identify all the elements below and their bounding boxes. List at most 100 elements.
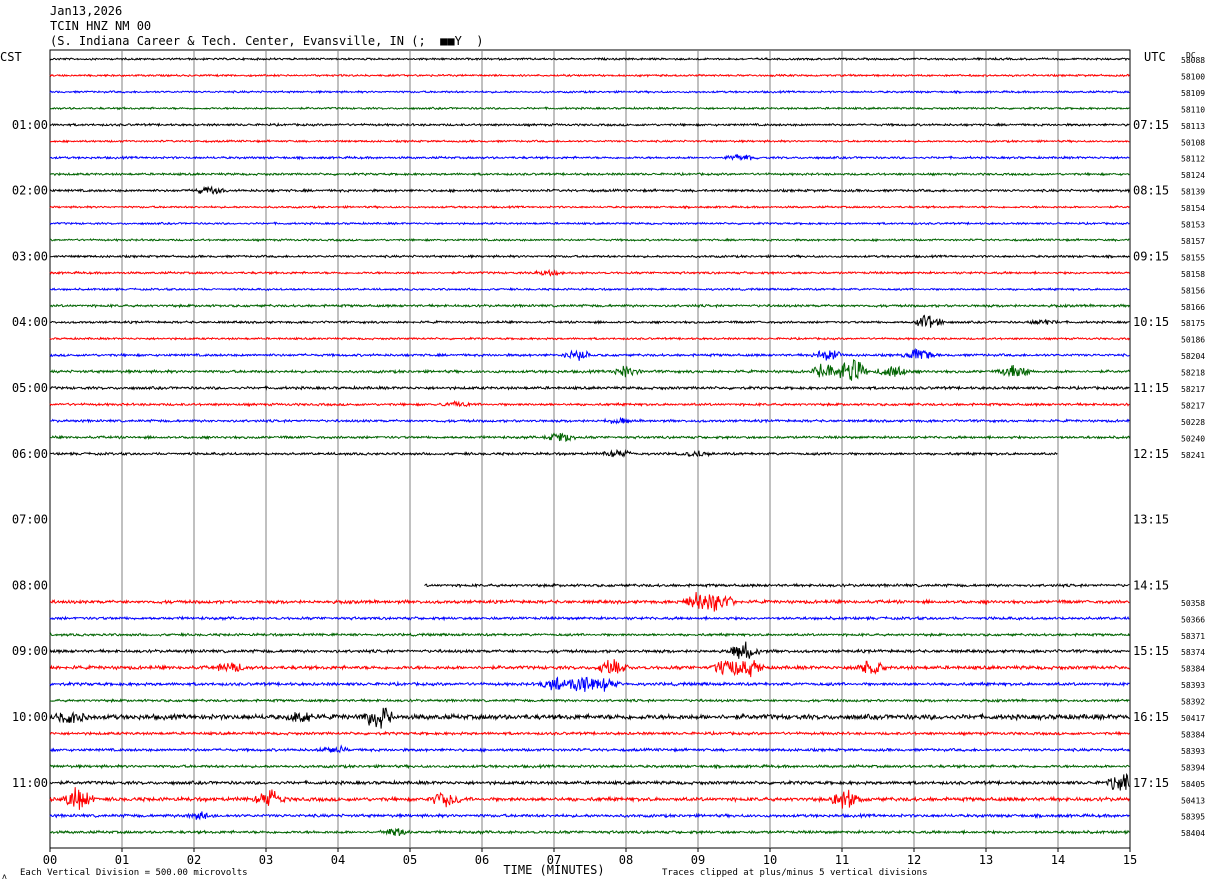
trace-row-42: [49, 744, 1130, 754]
scale-note: Each Vertical Division = 500.00 microvol…: [20, 868, 248, 878]
dc-value: 58153: [1181, 221, 1205, 230]
dc-value: 50108: [1181, 138, 1205, 147]
trace-row-10: [49, 221, 1130, 226]
dc-value: 58374: [1181, 648, 1205, 657]
dc-value: 50366: [1181, 615, 1205, 624]
dc-value: 58100: [1181, 72, 1205, 81]
dc-value: 58166: [1181, 303, 1205, 312]
dc-value: 58217: [1181, 385, 1205, 394]
right-hour-label: 11:15: [1133, 381, 1169, 395]
left-hour-label: 10:00: [12, 710, 48, 724]
trace-row-38: [49, 676, 1130, 692]
dc-value: 58405: [1181, 780, 1205, 789]
dc-value: 58157: [1181, 237, 1205, 246]
left-hour-label: 08:00: [12, 578, 48, 592]
x-tick-label: 12: [907, 853, 921, 867]
dc-value: 58218: [1181, 369, 1205, 378]
clip-note: Traces clipped at plus/minus 5 vertical …: [662, 868, 928, 878]
trace-row-21: [49, 400, 1130, 408]
x-tick-label: 01: [115, 853, 129, 867]
dc-value: 58110: [1181, 105, 1205, 114]
trace-row-6: [49, 153, 1130, 161]
trace-row-19: [49, 359, 1130, 381]
x-tick-label: 11: [835, 853, 849, 867]
trace-row-35: [49, 631, 1130, 638]
dc-value: 58393: [1181, 747, 1205, 756]
dc-value: 58124: [1181, 171, 1205, 180]
trace-row-18: [49, 347, 1130, 361]
trace-row-9: [49, 204, 1130, 210]
right-hour-label: 10:15: [1133, 315, 1169, 329]
dc-value: 58217: [1181, 401, 1205, 410]
dc-value: 58158: [1181, 270, 1205, 279]
right-hour-label: 12:15: [1133, 447, 1169, 461]
left-timezone-label: CST: [0, 50, 22, 64]
dc-value: 58113: [1181, 122, 1205, 131]
x-tick-label: 02: [187, 853, 201, 867]
seismogram-plot: 00 01 02 03 04 05 06 07 08 09 10 11 12 13 14 15CST UTC DC…: [0, 49, 1205, 881]
left-hour-label: 06:00: [12, 447, 48, 461]
trace-row-40: [49, 707, 1130, 729]
right-hour-label: 07:15: [1133, 118, 1169, 132]
trace-row-7: [50, 171, 1130, 177]
trace-row-33: [49, 591, 1130, 612]
x-tick-label: 15: [1123, 853, 1137, 867]
trace-row-45: [49, 787, 1130, 810]
left-hour-label: 07:00: [12, 513, 48, 527]
plot-frame: [49, 49, 1131, 849]
x-tick-label: 10: [763, 853, 777, 867]
trace-row-12: [50, 253, 1130, 260]
dc-value: 50358: [1181, 599, 1205, 608]
trace-row-32: [424, 582, 1130, 589]
corner-mark: ʌ: [2, 872, 7, 881]
dc-value: 58109: [1181, 89, 1205, 98]
dc-value: 58394: [1181, 763, 1205, 772]
trace-row-34: [49, 615, 1130, 622]
trace-row-43: [49, 763, 1130, 770]
x-tick-label: 14: [1051, 853, 1065, 867]
dc-value: 50228: [1181, 418, 1205, 427]
left-hour-label: 02:00: [12, 184, 48, 198]
x-tick-label: 05: [403, 853, 417, 867]
x-tick-label: 13: [979, 853, 993, 867]
trace-row-16: [50, 314, 1130, 328]
trace-row-22: [49, 416, 1130, 425]
trace-row-41: [49, 730, 1130, 737]
trace-row-2: [49, 89, 1130, 95]
dc-value: 50186: [1181, 336, 1205, 345]
dc-value: 58393: [1181, 681, 1205, 690]
dc-value: 58371: [1181, 632, 1205, 641]
trace-row-23: [49, 432, 1130, 443]
right-hour-label: 09:15: [1133, 249, 1169, 263]
dc-value: 58156: [1181, 286, 1205, 295]
dc-value: 58154: [1181, 204, 1205, 213]
trace-row-37: [49, 659, 1130, 678]
left-hour-label: 05:00: [12, 381, 48, 395]
trace-row-46: [49, 811, 1130, 821]
right-hour-label: 13:15: [1133, 513, 1169, 527]
dc-value: 58392: [1181, 698, 1205, 707]
trace-row-5: [49, 139, 1130, 144]
dc-value: 58088: [1181, 56, 1205, 65]
right-hour-label: 16:15: [1133, 710, 1169, 724]
x-axis-title: TIME (MINUTES): [503, 863, 604, 877]
right-hour-label: 15:15: [1133, 644, 1169, 658]
left-hour-label: 03:00: [12, 249, 48, 263]
trace-row-11: [49, 237, 1130, 243]
left-hour-label: 01:00: [12, 118, 48, 132]
dc-value: 58112: [1181, 155, 1205, 164]
dc-value: 58395: [1181, 813, 1205, 822]
right-timezone-label: UTC: [1144, 50, 1166, 64]
dc-value: 50417: [1181, 714, 1205, 723]
dc-value: 50240: [1181, 434, 1205, 443]
x-tick-label: 03: [259, 853, 273, 867]
right-hour-label: 14:15: [1133, 578, 1169, 592]
right-hour-label: 17:15: [1133, 776, 1169, 790]
dc-value: 58384: [1181, 665, 1205, 674]
trace-row-44: [49, 772, 1130, 791]
trace-row-36: [49, 641, 1130, 659]
trace-row-0: [49, 56, 1130, 62]
x-tick-label: 06: [475, 853, 489, 867]
trace-row-8: [49, 185, 1130, 195]
dc-value: 50413: [1181, 796, 1205, 805]
